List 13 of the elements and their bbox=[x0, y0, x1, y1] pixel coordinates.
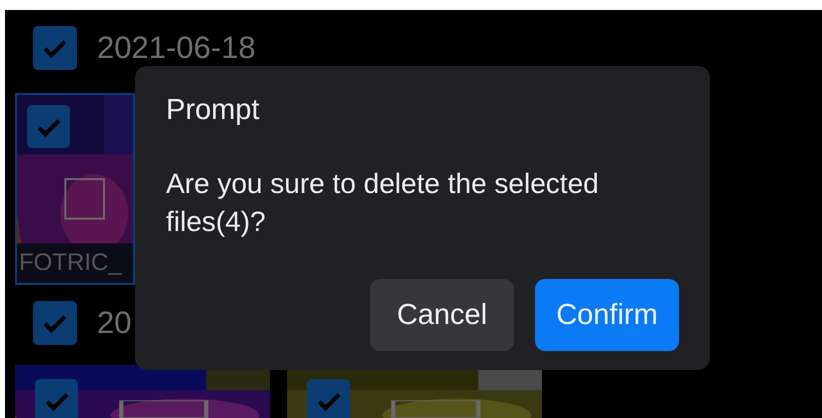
checkbox[interactable] bbox=[33, 26, 77, 70]
date-label: 2021-06-18 bbox=[97, 30, 256, 66]
dialog-title: Prompt bbox=[166, 94, 260, 127]
checkbox[interactable] bbox=[33, 300, 77, 344]
checkbox[interactable] bbox=[35, 379, 78, 418]
file-name: FOTRIC_ bbox=[19, 249, 122, 277]
date-label: 20 bbox=[97, 304, 132, 340]
cancel-button[interactable]: Cancel bbox=[370, 279, 514, 351]
file-thumbnail[interactable]: FOTRIC_ bbox=[15, 93, 135, 285]
dialog-message: Are you sure to delete the selected files(4)? bbox=[166, 167, 600, 239]
confirm-button[interactable]: Confirm bbox=[535, 279, 679, 351]
checkbox[interactable] bbox=[307, 379, 350, 418]
checkbox[interactable] bbox=[27, 105, 70, 148]
